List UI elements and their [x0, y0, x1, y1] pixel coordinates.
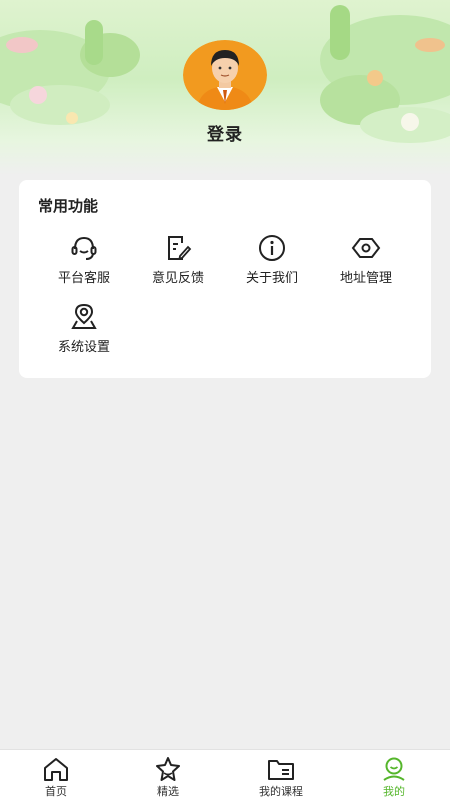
tab-label: 精选 — [157, 785, 179, 798]
func-label: 地址管理 — [339, 271, 392, 286]
tab-label: 首页 — [45, 785, 67, 798]
login-link[interactable]: 登录 — [0, 120, 450, 145]
headset-icon — [71, 236, 97, 260]
user-avatar-icon — [183, 40, 267, 110]
func-item-about-us[interactable]: 关于我们 — [225, 233, 319, 289]
home-icon — [44, 758, 68, 781]
func-label: 系统设置 — [57, 340, 110, 355]
common-functions-card: 常用功能 平台客服 意见反馈 关于我们 地址管理 系统设置 — [19, 180, 431, 378]
star-icon — [156, 757, 180, 781]
user-icon — [383, 757, 405, 781]
tab-my-courses[interactable]: 我的课程 — [225, 750, 337, 801]
folder-icon — [268, 760, 294, 780]
feedback-edit-icon — [168, 236, 192, 260]
profile-header: 登录 — [0, 0, 450, 175]
tab-label: 我的课程 — [259, 785, 303, 798]
tab-label: 我的 — [383, 785, 405, 798]
func-label: 关于我们 — [245, 271, 298, 286]
tab-home[interactable]: 首页 — [0, 750, 112, 801]
func-item-address-management[interactable]: 地址管理 — [319, 233, 413, 289]
func-item-customer-service[interactable]: 平台客服 — [37, 233, 131, 289]
func-label: 意见反馈 — [151, 271, 204, 286]
func-item-feedback[interactable]: 意见反馈 — [131, 233, 225, 289]
hexagon-eye-icon — [351, 238, 381, 258]
bottom-tab-bar: 首页 精选 我的课程 我的 — [0, 749, 450, 801]
avatar[interactable] — [183, 40, 267, 110]
func-label: 平台客服 — [57, 271, 110, 286]
location-pin-icon — [71, 303, 97, 329]
card-title: 常用功能 — [38, 197, 99, 215]
func-item-system-settings[interactable]: 系统设置 — [37, 302, 131, 358]
info-icon — [259, 235, 285, 261]
tab-mine[interactable]: 我的 — [338, 750, 450, 801]
tab-featured[interactable]: 精选 — [112, 750, 224, 801]
